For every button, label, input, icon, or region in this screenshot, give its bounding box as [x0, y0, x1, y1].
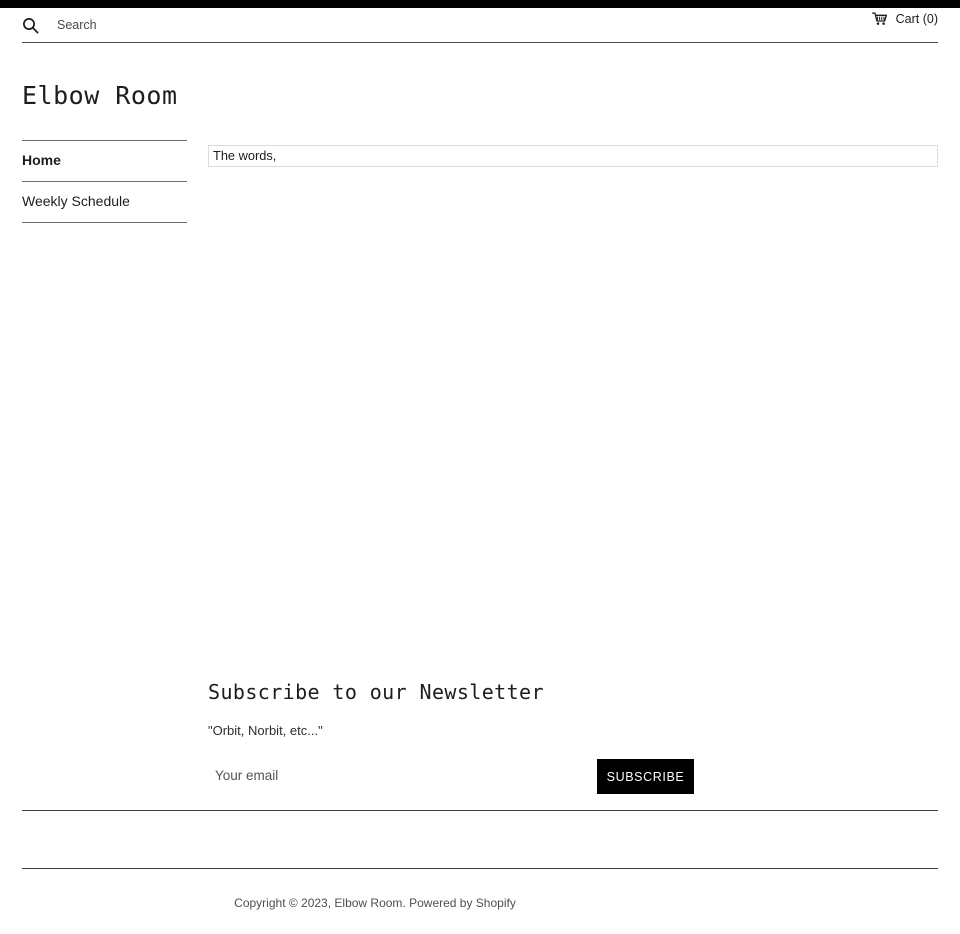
- email-field[interactable]: [215, 767, 575, 785]
- footer-divider-bottom: [22, 868, 938, 869]
- copyright-text[interactable]: Copyright © 2023, Elbow Room. Powered by…: [0, 895, 750, 911]
- main-content: The words,: [208, 145, 938, 167]
- subscribe-button[interactable]: SUBSCRIBE: [597, 759, 694, 794]
- sidebar-bottom-divider: [22, 222, 187, 223]
- site-header: Cart (0): [0, 8, 960, 42]
- sidebar-nav: Home Weekly Schedule: [22, 140, 187, 223]
- search-group[interactable]: [22, 10, 357, 40]
- newsletter-section: Subscribe to our Newsletter "Orbit, Norb…: [208, 678, 938, 799]
- cart-link[interactable]: Cart (0): [871, 12, 938, 26]
- footer-divider-top: [22, 810, 938, 811]
- newsletter-title: Subscribe to our Newsletter: [208, 680, 544, 704]
- sidebar-item-label: Weekly Schedule: [22, 193, 130, 209]
- page-title[interactable]: Elbow Room: [22, 80, 178, 112]
- search-icon[interactable]: [22, 17, 39, 34]
- sidebar-item-weekly-schedule[interactable]: Weekly Schedule: [22, 181, 187, 222]
- newsletter-subtitle: "Orbit, Norbit, etc...": [208, 723, 323, 738]
- sidebar-item-label: Home: [22, 152, 61, 168]
- newsletter-form: SUBSCRIBE: [208, 759, 938, 799]
- search-input[interactable]: [57, 16, 357, 34]
- shopping-cart-icon: [871, 12, 888, 26]
- cart-label: Cart (0): [895, 12, 938, 26]
- header-divider: [22, 42, 938, 43]
- sidebar-item-home[interactable]: Home: [22, 140, 187, 181]
- top-accent-bar: [0, 0, 960, 8]
- page-body-text[interactable]: The words,: [208, 145, 938, 167]
